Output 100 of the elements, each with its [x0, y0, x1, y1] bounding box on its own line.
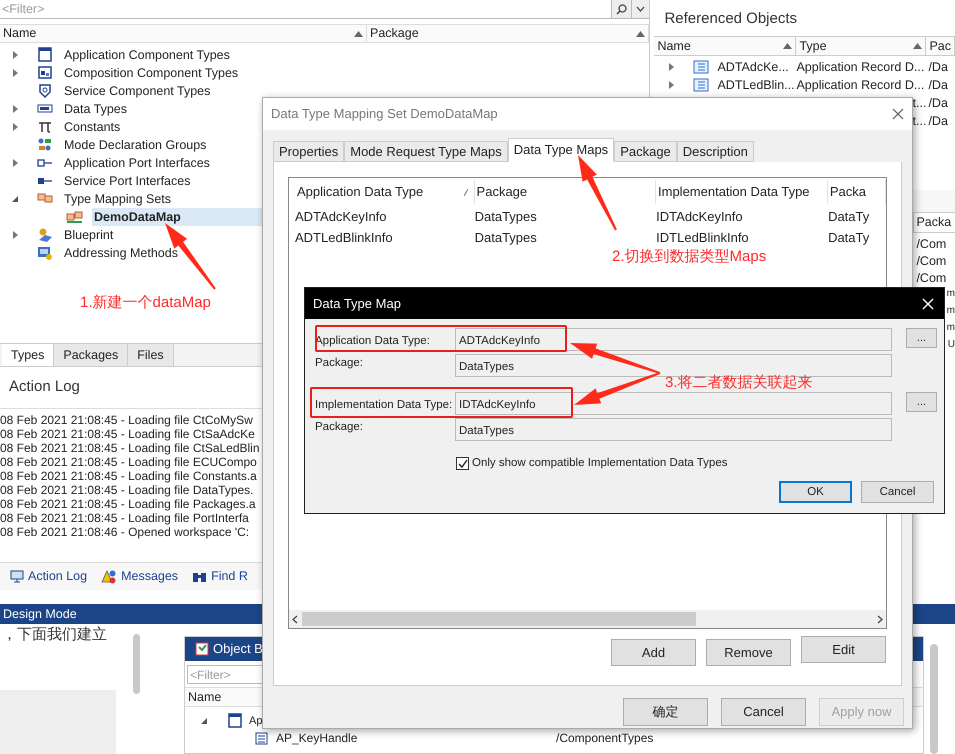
- dialog-button[interactable]: Remove: [706, 639, 791, 666]
- dialog-button[interactable]: Cancel: [861, 481, 934, 504]
- table-cell-text: m: [946, 321, 955, 335]
- tree-item[interactable]: Blueprint: [63, 226, 114, 244]
- text-field[interactable]: ADTAdcKeyInfo: [455, 328, 892, 351]
- dock-tab[interactable]: Action Log: [10, 567, 88, 586]
- article-text: ，下面我们建立: [1, 626, 107, 644]
- filter-field[interactable]: <Filter>: [0, 0, 612, 18]
- tree-item[interactable]: Composition Component Types: [63, 64, 240, 82]
- column-header[interactable]: Implementation Data Type: [656, 180, 828, 204]
- sort-arrow-icon: [783, 43, 792, 49]
- column-header[interactable]: Pac: [926, 37, 955, 55]
- scrollbar: [133, 634, 140, 694]
- log-line: 08 Feb 2021 21:08:45 - Loading file PortInterfa: [0, 511, 249, 525]
- dialog-button[interactable]: 确定: [623, 698, 708, 726]
- dialog-button[interactable]: Add: [611, 639, 696, 666]
- column-header[interactable]: Application Data Type: [295, 180, 475, 204]
- expand-arrow-icon[interactable]: [12, 69, 19, 77]
- tree-item[interactable]: Ap: [249, 712, 262, 730]
- column-header[interactable]: Name: [0, 25, 367, 42]
- text-field[interactable]: DataTypes: [455, 418, 892, 441]
- tree-item[interactable]: Addressing Methods: [63, 244, 179, 262]
- table-cell-text: /Com: [916, 253, 946, 269]
- field-label: Package:: [314, 356, 364, 371]
- column-header[interactable]: Package: [367, 25, 650, 42]
- tree-item[interactable]: Service Component Types: [63, 82, 212, 100]
- table-cell-text: ADTAdcKe...: [717, 58, 789, 76]
- tab[interactable]: Types: [2, 344, 54, 366]
- monitor-icon: [10, 570, 24, 583]
- shield-icon: [37, 83, 53, 99]
- search-button[interactable]: [611, 0, 632, 18]
- expand-arrow-icon[interactable]: [12, 159, 19, 167]
- table-cell-text: /Da: [927, 58, 948, 76]
- horizontal-scrollbar[interactable]: [289, 610, 886, 628]
- window-icon: [227, 713, 243, 729]
- log-line: 08 Feb 2021 21:08:45 - Loading file Packages.a: [0, 497, 256, 511]
- dialog-button[interactable]: Cancel: [721, 698, 806, 726]
- expand-arrow-icon[interactable]: [12, 51, 19, 59]
- expand-arrow-icon[interactable]: [12, 123, 19, 131]
- log-line: 08 Feb 2021 21:08:45 - Loading file CtSaLedBlin: [0, 441, 260, 455]
- browse-button[interactable]: ...: [906, 328, 937, 348]
- column-header[interactable]: Packa: [828, 180, 886, 204]
- tab[interactable]: Data Type Maps: [508, 138, 614, 162]
- field-label: Package:: [314, 420, 364, 435]
- tree-item[interactable]: Data Types: [63, 100, 128, 118]
- collapse-arrow-icon[interactable]: [12, 195, 19, 203]
- tab[interactable]: Description: [676, 141, 754, 162]
- tab[interactable]: Properties: [273, 141, 344, 162]
- tree-item[interactable]: Application Component Types: [63, 46, 231, 64]
- document-icon: [255, 732, 268, 744]
- browse-button[interactable]: ...: [906, 392, 937, 412]
- dropdown-button[interactable]: [631, 0, 650, 18]
- close-icon[interactable]: [892, 108, 904, 120]
- text-field[interactable]: IDTAdcKeyInfo: [455, 392, 892, 415]
- blueprint-icon: [37, 227, 53, 243]
- column-header[interactable]: Type: [796, 37, 926, 55]
- annotation-text: 1.新建一个dataMap: [80, 293, 211, 313]
- component-icon: [37, 65, 53, 81]
- shapes-icon: [37, 137, 53, 153]
- table-cell: DataTy: [828, 230, 870, 245]
- expand-arrow-icon[interactable]: [12, 105, 19, 113]
- table-cell-text: /Com: [916, 270, 946, 286]
- sort-arrow-icon: [636, 30, 646, 36]
- column-header[interactable]: Name: [188, 690, 222, 704]
- table-cell: IDTLedBlinkInfo: [656, 230, 749, 245]
- checkbox[interactable]: [456, 457, 469, 470]
- panel-title: Object B: [213, 640, 263, 658]
- column-header[interactable]: Name: [654, 37, 796, 55]
- tree-item[interactable]: Constants: [63, 118, 122, 136]
- tab[interactable]: Mode Request Type Maps: [344, 141, 508, 162]
- table-cell-text: ADTLedBlin...: [717, 76, 795, 94]
- expand-arrow-icon[interactable]: [12, 231, 19, 239]
- table-cell-text: /Da: [927, 94, 948, 112]
- table-cell: DataTypes: [474, 208, 537, 224]
- tree-item[interactable]: Mode Declaration Groups: [63, 136, 208, 154]
- tree-item[interactable]: Application Port Interfaces: [63, 154, 211, 172]
- dock-tab[interactable]: Find R: [192, 567, 248, 586]
- tab[interactable]: Package: [614, 141, 677, 162]
- tree-item[interactable]: Service Port Interfaces: [63, 172, 192, 190]
- table-cell-text: /ComponentTypes: [556, 730, 654, 747]
- tree-item[interactable]: AP_KeyHandle: [276, 729, 556, 747]
- table-cell: ADTLedBlinkInfo: [295, 230, 393, 245]
- table-cell: DataTy: [828, 208, 870, 224]
- log-line: 08 Feb 2021 21:08:45 - Loading file DataTypes.: [0, 483, 254, 497]
- dialog-button[interactable]: Edit: [801, 636, 886, 663]
- dock-tab[interactable]: Messages: [101, 567, 178, 586]
- expand-arrow-icon[interactable]: [668, 63, 676, 71]
- log-line: 08 Feb 2021 21:08:45 - Loading file CtCoMySw: [0, 413, 253, 427]
- tab[interactable]: Files: [128, 344, 174, 366]
- collapse-arrow-icon[interactable]: [201, 717, 208, 725]
- log-line: 08 Feb 2021 21:08:45 - Loading file CtSaAdcKe: [0, 427, 255, 441]
- tree-item[interactable]: Type Mapping Sets: [63, 190, 172, 208]
- table-cell-text: m: [946, 287, 955, 301]
- search-icon: [616, 4, 628, 14]
- panel-title: Action Log: [9, 377, 80, 398]
- mapping-icon: [66, 210, 84, 224]
- warning-icon: [101, 570, 118, 584]
- dialog-button[interactable]: OK: [779, 481, 852, 504]
- tab[interactable]: Packages: [54, 344, 128, 366]
- expand-arrow-icon[interactable]: [668, 81, 676, 89]
